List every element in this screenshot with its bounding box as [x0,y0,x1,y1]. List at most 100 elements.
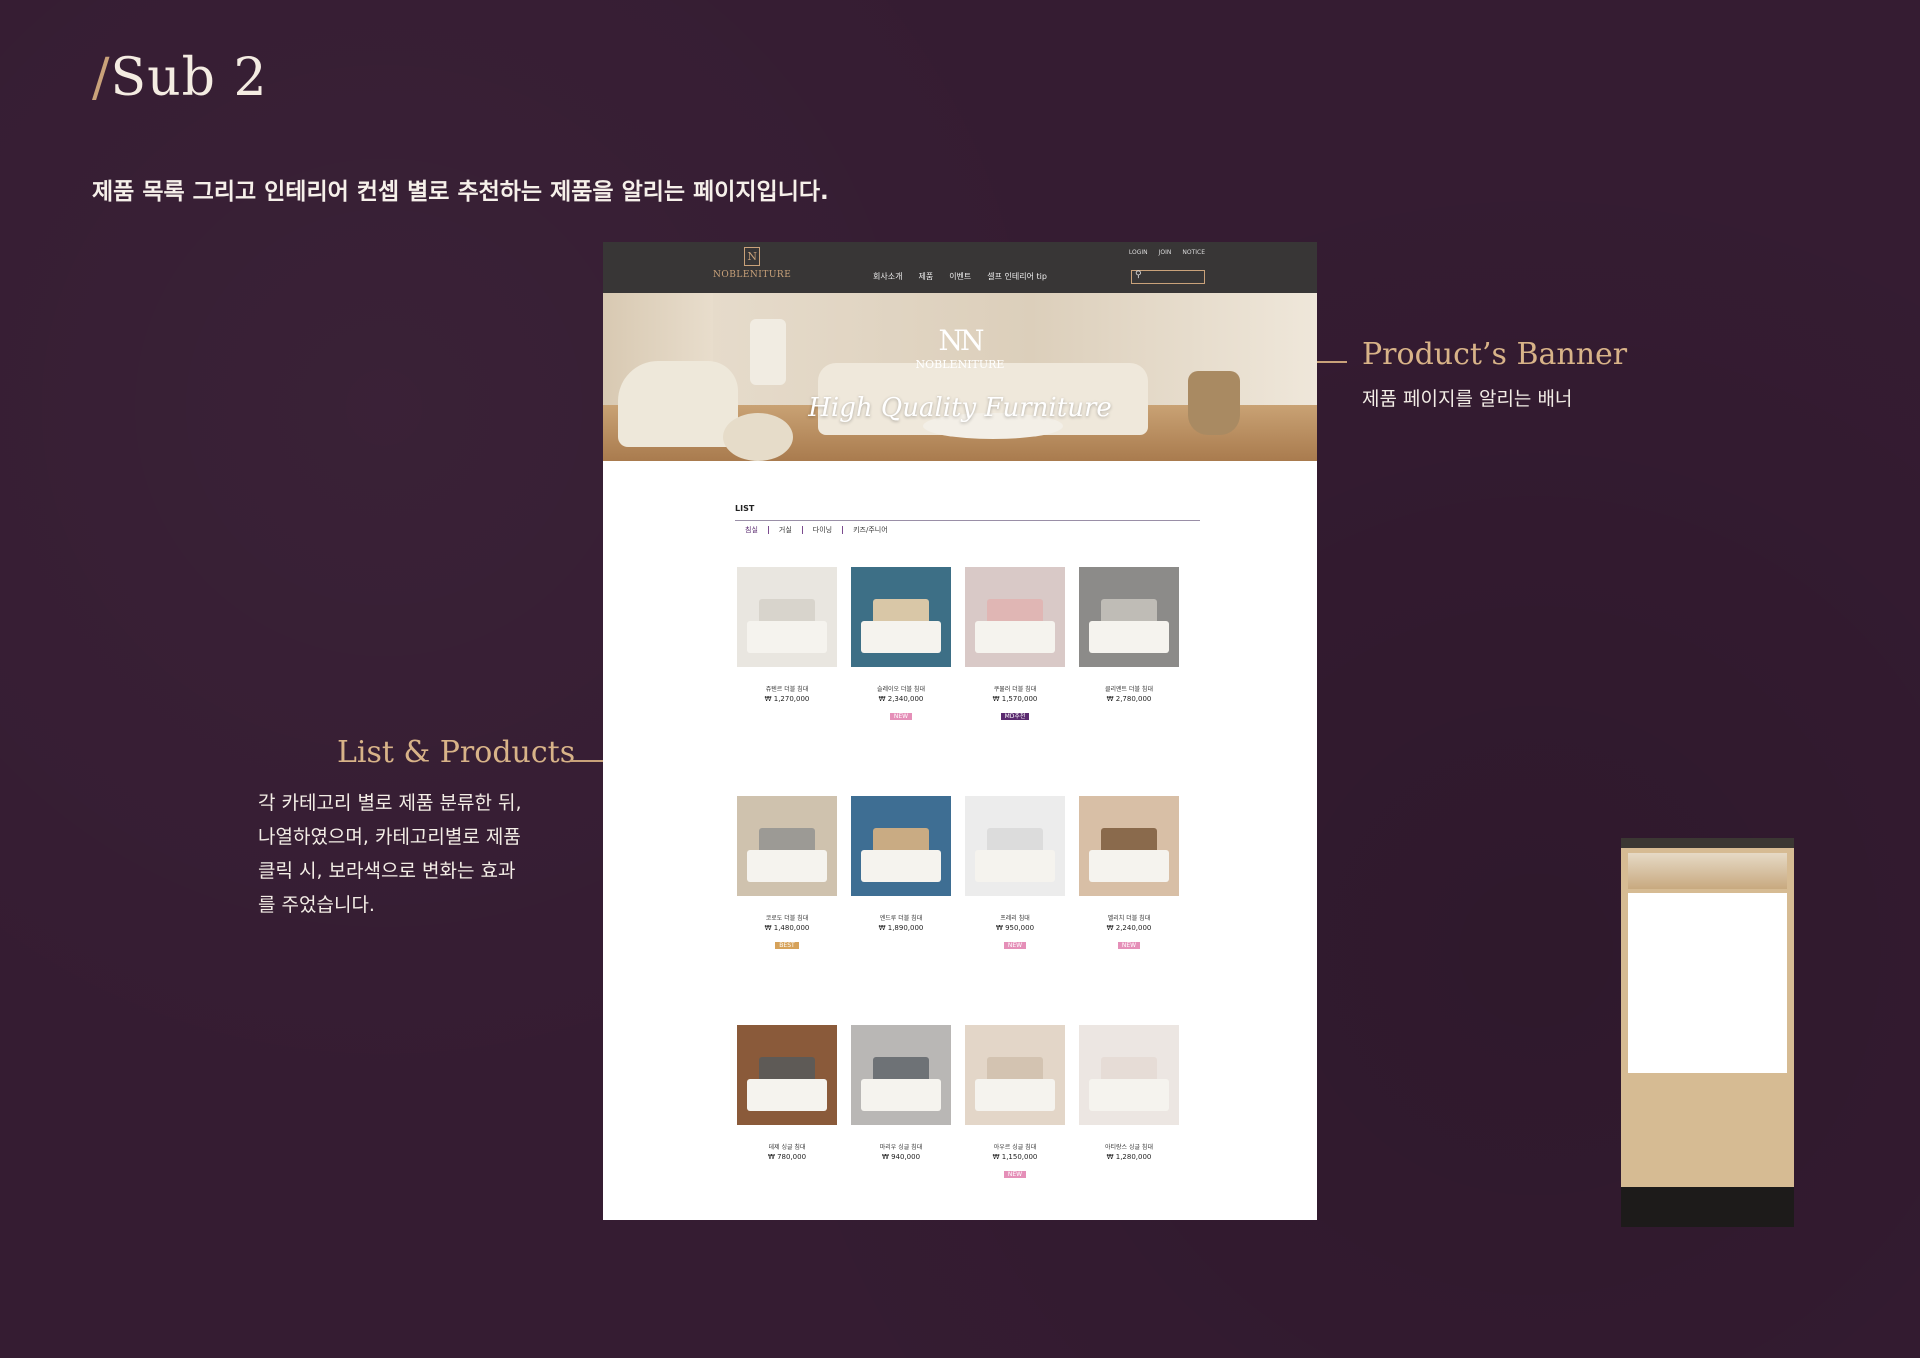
product-image-bed [1089,621,1169,653]
menu-item-event[interactable]: 이벤트 [949,271,971,282]
product-card[interactable]: 클리엔트 더블 침대 ₩ 2,780,000 [1079,567,1179,703]
login-link[interactable]: LOGIN [1129,249,1148,256]
product-image[interactable] [737,796,837,896]
product-card[interactable]: 벨리치 더블 침대 ₩ 2,240,000 NEW [1079,796,1179,951]
product-card[interactable]: 데제 싱글 침대 ₩ 780,000 [737,1025,837,1161]
product-image-headboard [759,828,815,850]
product-image-bed [975,850,1055,882]
search-icon[interactable]: ⚲ [1135,270,1142,280]
page-title: /Sub 2 [92,48,268,108]
product-price: ₩ 1,570,000 [992,695,1038,703]
product-badge: BEST [775,942,799,949]
tab-living[interactable]: 거실 [767,526,802,534]
product-name[interactable]: 프레리 침대 [965,913,1065,922]
util-menu: LOGIN JOIN NOTICE [1129,249,1205,256]
product-image-headboard [1101,1057,1157,1079]
product-image-headboard [873,599,929,621]
product-image-bed [747,621,827,653]
menu-item-tip[interactable]: 셀프 인테리어 tip [987,271,1047,282]
notice-link[interactable]: NOTICE [1182,249,1205,256]
product-image[interactable] [1079,567,1179,667]
menu-item-products[interactable]: 제품 [918,271,933,282]
product-card[interactable]: 엔드루 더블 침대 ₩ 1,890,000 [851,796,951,932]
product-image-bed [747,850,827,882]
product-name[interactable]: 쿠뮬러 더블 침대 [965,684,1065,693]
product-image[interactable] [851,567,951,667]
product-badge: NEW [1117,942,1141,949]
list-annotation-text: 각 카테고리 별로 제품 분류한 뒤, 나열하였으며, 카테고리별로 제품 클릭… [258,786,521,922]
product-name[interactable]: 마리우 싱글 침대 [851,1142,951,1151]
list-annotation-line-2: 나열하였으며, 카테고리별로 제품 [258,826,521,848]
product-price: ₩ 940,000 [881,1153,921,1161]
product-name[interactable]: 데제 싱글 침대 [737,1142,837,1151]
join-link[interactable]: JOIN [1159,249,1172,256]
product-name[interactable]: 클리엔트 더블 침대 [1079,684,1179,693]
product-image-bed [975,1079,1055,1111]
product-price: ₩ 1,890,000 [878,924,924,932]
product-image[interactable] [1079,1025,1179,1125]
product-card[interactable]: 슬레이오 더블 침대 ₩ 2,340,000 NEW [851,567,951,722]
product-image-headboard [873,1057,929,1079]
product-image-bed [1089,850,1169,882]
product-image-headboard [759,599,815,621]
product-name[interactable]: 아티랑스 싱글 침대 [1079,1142,1179,1151]
menu-item-about[interactable]: 회사소개 [873,271,902,282]
product-image[interactable] [737,1025,837,1125]
list-annotation-line [570,760,603,762]
product-card[interactable]: 아티랑스 싱글 침대 ₩ 1,280,000 [1079,1025,1179,1161]
banner-annotation-text: 제품 페이지를 알리는 배너 [1362,388,1573,410]
product-card[interactable]: 코로도 더블 침대 ₩ 1,480,000 BEST [737,796,837,951]
product-price: ₩ 2,240,000 [1106,924,1152,932]
product-image[interactable] [965,796,1065,896]
product-card[interactable]: 쥬텐르 더블 침대 ₩ 1,270,000 [737,567,837,703]
product-card[interactable]: 쿠뮬러 더블 침대 ₩ 1,570,000 MD추천 [965,567,1065,722]
product-name[interactable]: 쥬텐르 더블 침대 [737,684,837,693]
product-image[interactable] [851,1025,951,1125]
product-image[interactable] [965,567,1065,667]
tab-bedroom[interactable]: 침실 [735,526,768,534]
product-image-bed [861,850,941,882]
list-title: LIST [735,504,755,513]
product-image[interactable] [965,1025,1065,1125]
product-name[interactable]: 슬레이오 더블 침대 [851,684,951,693]
page-description: 제품 목록 그리고 인테리어 컨셉 별로 추천하는 제품을 알리는 페이지입니다… [92,179,829,205]
banner-logo-name: NOBLENITURE [915,358,1005,371]
product-card[interactable]: 아우르 싱글 침대 ₩ 1,150,000 NEW [965,1025,1065,1180]
product-name[interactable]: 벨리치 더블 침대 [1079,913,1179,922]
search-input[interactable]: ⚲ [1131,270,1205,284]
product-image-bed [861,621,941,653]
product-badge: NEW [889,713,913,720]
tab-kids[interactable]: 키즈/주니어 [842,526,898,534]
product-price: ₩ 1,150,000 [992,1153,1038,1161]
product-image-bed [861,1079,941,1111]
product-image-headboard [987,828,1043,850]
tab-dining[interactable]: 다이닝 [801,526,842,534]
product-card[interactable]: 마리우 싱글 침대 ₩ 940,000 [851,1025,951,1161]
product-name[interactable]: 엔드루 더블 침대 [851,913,951,922]
thumbnail-nav [1621,838,1794,848]
product-image[interactable] [1079,796,1179,896]
product-price: ₩ 1,270,000 [764,695,810,703]
product-price: ₩ 2,340,000 [878,695,924,703]
thumbnail-footer [1621,1187,1794,1227]
list-annotation-title: List & Products [337,735,576,770]
category-tabs: 침실 거실 다이닝 키즈/주니어 [735,526,1200,534]
product-name[interactable]: 아우르 싱글 침대 [965,1142,1065,1151]
product-image[interactable] [737,567,837,667]
product-card[interactable]: 프레리 침대 ₩ 950,000 NEW [965,796,1065,951]
product-name[interactable]: 코로도 더블 침대 [737,913,837,922]
list-annotation-line-3: 클릭 시, 보라색으로 변화는 효과 [258,860,516,882]
product-image-headboard [873,828,929,850]
logo-text: NOBLENITURE [713,270,792,280]
banner-logo-mark: NN [938,324,985,357]
banner-annotation-line [1317,361,1347,363]
logo[interactable]: N NOBLENITURE [713,247,791,280]
thumbnail-body [1628,893,1787,1073]
product-price: ₩ 1,280,000 [1106,1153,1152,1161]
product-image-headboard [1101,599,1157,621]
product-price: ₩ 2,780,000 [1106,695,1152,703]
product-image[interactable] [851,796,951,896]
website-mockup: N NOBLENITURE 회사소개 제품 이벤트 셀프 인테리어 tip LO… [603,242,1317,1220]
product-banner: NN NOBLENITURE High Quality Furniture [603,293,1317,461]
product-badge: NEW [1003,1171,1027,1178]
